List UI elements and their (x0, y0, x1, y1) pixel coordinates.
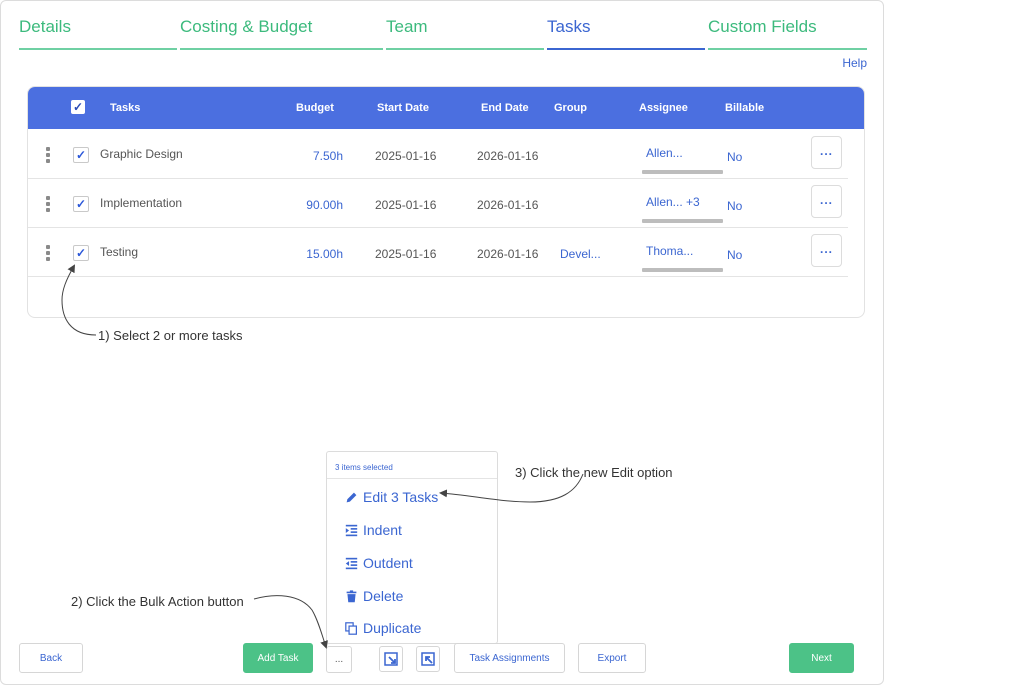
tab-team-label: Team (386, 17, 428, 36)
tab-details[interactable]: Details (19, 17, 177, 51)
column-header-billable[interactable]: Billable (725, 102, 764, 114)
column-header-start-date[interactable]: Start Date (377, 102, 429, 114)
task-budget[interactable]: 15.00h (306, 247, 343, 261)
select-all-checkbox[interactable]: ✓ (71, 100, 85, 114)
column-header-group[interactable]: Group (554, 102, 587, 114)
row-checkbox[interactable]: ✓ (73, 196, 89, 212)
tab-custom-fields[interactable]: Custom Fields (708, 17, 867, 51)
menu-item-delete[interactable]: Delete (345, 588, 403, 604)
table-row: ✓ Implementation 90.00h 2025-01-16 2026-… (28, 179, 848, 228)
task-group[interactable]: Devel... (560, 247, 601, 261)
task-end-date[interactable]: 2026-01-16 (477, 198, 538, 212)
export-button[interactable]: Export (578, 643, 646, 673)
indent-icon (345, 524, 358, 536)
task-assignee[interactable]: Thoma... (646, 244, 693, 258)
drag-handle-icon[interactable] (46, 196, 50, 212)
tab-costing-budget[interactable]: Costing & Budget (180, 17, 383, 51)
copy-icon (345, 621, 357, 635)
collapse-all-button[interactable] (379, 646, 403, 672)
task-start-date[interactable]: 2025-01-16 (375, 247, 436, 261)
menu-item-edit-tasks[interactable]: Edit 3 Tasks (345, 489, 438, 505)
task-assignee[interactable]: Allen... (646, 146, 683, 160)
trash-icon (346, 589, 357, 602)
task-start-date[interactable]: 2025-01-16 (375, 198, 436, 212)
menu-item-indent[interactable]: Indent (345, 522, 402, 538)
tasks-table: ✓ Tasks Budget Start Date End Date Group… (27, 86, 865, 318)
table-row: ✓ Testing 15.00h 2025-01-16 2026-01-16 D… (28, 228, 848, 277)
tab-details-label: Details (19, 17, 71, 36)
task-name[interactable]: Testing (100, 245, 138, 259)
task-billable[interactable]: No (727, 199, 742, 213)
add-task-button[interactable]: Add Task (243, 643, 313, 673)
outdent-icon (345, 557, 358, 569)
column-header-tasks[interactable]: Tasks (110, 102, 140, 114)
task-budget[interactable]: 90.00h (306, 198, 343, 212)
column-header-assignee[interactable]: Assignee (639, 102, 688, 114)
tab-team[interactable]: Team (386, 17, 544, 51)
tab-underline (386, 48, 544, 50)
task-end-date[interactable]: 2026-01-16 (477, 247, 538, 261)
expand-icon (421, 652, 435, 666)
task-name[interactable]: Graphic Design (100, 147, 183, 161)
expand-all-button[interactable] (416, 646, 440, 672)
pencil-icon (346, 492, 357, 502)
project-wizard-panel: Details Costing & Budget Team Tasks Cust… (0, 0, 884, 685)
selection-count: 3 items selected (335, 463, 393, 472)
tab-tasks-label: Tasks (547, 17, 591, 36)
task-assignments-button[interactable]: Task Assignments (454, 643, 565, 673)
column-header-end-date[interactable]: End Date (481, 102, 529, 114)
tab-underline (180, 48, 383, 50)
table-row: ✓ Graphic Design 7.50h 2025-01-16 2026-0… (28, 130, 848, 179)
row-actions-button[interactable]: ... (811, 136, 842, 169)
task-billable[interactable]: No (727, 248, 742, 262)
help-link[interactable]: Help (842, 56, 867, 70)
row-checkbox[interactable]: ✓ (73, 245, 89, 261)
bulk-action-button[interactable]: ... (326, 646, 352, 673)
tab-underline (708, 48, 867, 50)
assignee-progress-bar (642, 170, 723, 174)
row-actions-button[interactable]: ... (811, 234, 842, 267)
menu-item-duplicate[interactable]: Duplicate (345, 620, 421, 636)
annotation-step-2: 2) Click the Bulk Action button (71, 594, 244, 609)
menu-item-outdent[interactable]: Outdent (345, 555, 413, 571)
menu-item-label: Edit 3 Tasks (363, 489, 439, 505)
drag-handle-icon[interactable] (46, 147, 50, 163)
task-name[interactable]: Implementation (100, 196, 182, 210)
drag-handle-icon[interactable] (46, 245, 50, 261)
annotation-step-1: 1) Select 2 or more tasks (98, 328, 243, 343)
menu-item-label: Outdent (363, 555, 413, 571)
task-budget[interactable]: 7.50h (313, 149, 343, 163)
tab-costing-label: Costing & Budget (180, 17, 313, 36)
tab-tasks[interactable]: Tasks (547, 17, 705, 51)
task-start-date[interactable]: 2025-01-16 (375, 149, 436, 163)
annotation-step-3: 3) Click the new Edit option (515, 465, 673, 480)
assignee-progress-bar (642, 268, 723, 272)
next-button[interactable]: Next (789, 643, 854, 673)
tab-custom-fields-label: Custom Fields (708, 17, 817, 36)
task-assignee[interactable]: Allen... +3 (646, 195, 700, 209)
tab-underline (19, 48, 177, 50)
column-header-budget[interactable]: Budget (296, 102, 334, 114)
row-actions-button[interactable]: ... (811, 185, 842, 218)
bulk-action-menu: 3 items selected Edit 3 Tasks Indent Out… (326, 451, 498, 644)
table-header: ✓ Tasks Budget Start Date End Date Group… (28, 87, 864, 129)
row-checkbox[interactable]: ✓ (73, 147, 89, 163)
menu-item-label: Indent (363, 522, 402, 538)
assignee-progress-bar (642, 219, 723, 223)
back-button[interactable]: Back (19, 643, 83, 673)
task-billable[interactable]: No (727, 150, 742, 164)
menu-item-label: Delete (363, 588, 404, 604)
tab-underline-active (547, 48, 705, 50)
menu-item-label: Duplicate (363, 620, 422, 636)
menu-divider (327, 478, 497, 479)
task-end-date[interactable]: 2026-01-16 (477, 149, 538, 163)
collapse-icon (384, 652, 398, 666)
